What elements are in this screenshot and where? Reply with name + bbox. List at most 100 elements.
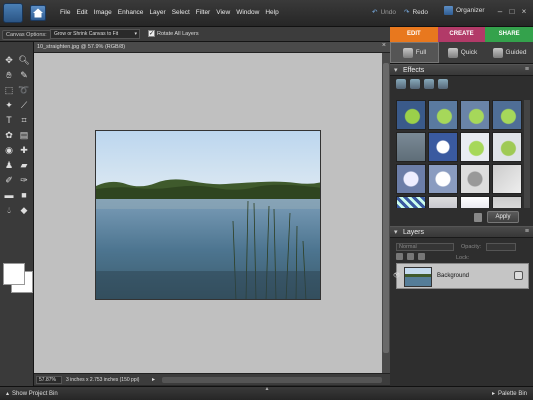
vertical-scrollbar-thumb[interactable] [383,63,389,353]
effect-thumbnail[interactable] [492,132,522,162]
delete-layer-icon[interactable] [418,253,425,260]
menu-view[interactable]: View [216,9,230,16]
apply-button[interactable]: Apply [487,211,519,223]
effect-thumbnail[interactable] [396,196,426,208]
magic-wand-tool-icon[interactable]: ✦ [3,99,15,111]
menu-help[interactable]: Help [265,9,278,16]
horizontal-scrollbar[interactable] [162,377,382,383]
effect-thumbnail[interactable] [428,196,458,208]
eye-icon[interactable]: 👁︎ [393,272,401,279]
menu-select[interactable]: Select [172,9,190,16]
maximize-icon[interactable]: □ [507,7,517,17]
undo-button[interactable]: ↶ Undo [372,8,396,17]
cookie-cutter-tool-icon[interactable]: ✿ [3,129,15,141]
move-tool-icon[interactable]: ✥ [3,54,15,66]
document-tab[interactable]: 10_straighten.jpg @ 57.9% (RGB/8) × [34,42,390,53]
eraser-tool-icon[interactable]: ▰ [18,159,30,171]
photo-effects-category-icon[interactable] [424,79,434,89]
effect-thumbnail[interactable] [460,132,490,162]
crop-tool-icon[interactable]: ⌗ [18,114,30,126]
effect-thumbnail[interactable] [460,164,490,194]
canvas-fit-select[interactable]: Grow or Shrink Canvas to Fit ▾ [50,29,140,39]
layer-row[interactable]: 👁︎ Background [393,263,529,289]
menu-layer[interactable]: Layer [149,9,165,16]
hand-tool-icon[interactable]: ✋︎ [3,69,15,81]
grip-icon[interactable]: ▴ [262,385,272,392]
effect-thumbnail[interactable] [396,132,426,162]
sponge-tool-icon[interactable]: ◆ [18,204,30,216]
effects-scrollbar[interactable] [524,100,530,208]
layer-styles-category-icon[interactable] [410,79,420,89]
smart-brush-tool-icon[interactable]: ✑ [18,174,30,186]
collapse-triangle-icon[interactable]: ▾ [394,228,398,236]
lake-photo[interactable] [95,130,321,300]
guided-edit-icon [492,47,503,58]
rotate-all-layers-checkbox[interactable]: ✓ Rotate All Layers [148,30,199,37]
menu-file[interactable]: File [60,9,70,16]
new-layer-icon[interactable] [396,253,403,260]
close-document-icon[interactable]: × [382,42,386,49]
redo-button[interactable]: ↷ Redo [404,8,428,17]
close-window-icon[interactable]: × [519,7,529,17]
clone-stamp-tool-icon[interactable]: ♟ [3,159,15,171]
menu-image[interactable]: Image [94,9,112,16]
lock-icon[interactable] [514,271,523,280]
effect-thumbnail[interactable] [428,164,458,194]
effect-thumbnail[interactable] [428,132,458,162]
blend-mode-select[interactable]: Normal [396,243,454,251]
straighten-tool-icon[interactable]: ▤ [18,129,30,141]
document-title: 10_straighten.jpg @ 57.9% (RGB/8) [37,44,126,50]
adjustment-layer-icon[interactable] [407,253,414,260]
effect-thumbnail[interactable] [460,100,490,130]
foreground-color-swatch[interactable] [3,263,25,285]
tab-share[interactable]: SHARE [485,27,533,42]
quick-edit-icon [447,47,458,58]
effect-thumbnail[interactable] [460,196,490,208]
panel-menu-icon[interactable]: ≡ [525,66,529,73]
filters-category-icon[interactable] [396,79,406,89]
menu-edit[interactable]: Edit [76,9,87,16]
zoom-field[interactable]: 57.87% [36,376,62,384]
menu-window[interactable]: Window [236,9,259,16]
effect-thumbnail[interactable] [428,100,458,130]
lasso-tool-icon[interactable]: ➰ [18,84,30,96]
home-icon [33,8,43,18]
palette-bin-button[interactable]: ▸ Palette Bin [492,390,527,398]
collapse-triangle-icon[interactable]: ▾ [394,66,398,74]
zoom-tool-icon[interactable]: 🔍︎ [18,54,30,66]
brush-tool-icon[interactable]: ✐ [3,174,15,186]
marquee-tool-icon[interactable]: ⬚ [3,84,15,96]
vertical-scrollbar[interactable] [382,53,390,373]
tab-edit[interactable]: EDIT [390,27,438,42]
layers-panel-header[interactable]: ▾ Layers ≡ [390,226,533,238]
type-tool-icon[interactable]: T [3,114,15,126]
effect-thumbnail[interactable] [396,100,426,130]
blur-tool-icon[interactable]: 💧︎ [3,204,15,216]
red-eye-tool-icon[interactable]: ◉ [3,144,15,156]
opacity-field[interactable] [486,243,516,251]
panel-menu-icon[interactable]: ≡ [525,228,529,235]
eyedropper-tool-icon[interactable]: ✎ [18,69,30,81]
effects-panel-header[interactable]: ▾ Effects ≡ [390,64,533,76]
chevron-right-icon[interactable]: ▸ [152,376,155,383]
menu-filter[interactable]: Filter [196,9,210,16]
subtab-guided[interactable]: Guided [486,42,533,63]
healing-brush-tool-icon[interactable]: ✚ [18,144,30,156]
effect-thumbnail[interactable] [492,164,522,194]
minimize-icon[interactable]: – [495,7,505,17]
trash-icon[interactable] [474,213,482,222]
selection-brush-tool-icon[interactable]: ⟋ [18,99,30,111]
tab-create[interactable]: CREATE [437,27,486,42]
organizer-button[interactable]: Organizer [444,6,485,15]
effect-thumbnail[interactable] [492,196,522,208]
effect-thumbnail[interactable] [396,164,426,194]
subtab-full[interactable]: Full [390,42,439,63]
gradient-tool-icon[interactable]: ▬ [3,189,15,201]
home-button[interactable] [30,5,46,21]
all-effects-category-icon[interactable] [438,79,448,89]
effect-thumbnail[interactable] [492,100,522,130]
menu-enhance[interactable]: Enhance [118,9,144,16]
show-project-bin-button[interactable]: ▴ Show Project Bin [6,390,58,398]
subtab-quick[interactable]: Quick [439,42,486,63]
shape-tool-icon[interactable]: ■ [18,189,30,201]
